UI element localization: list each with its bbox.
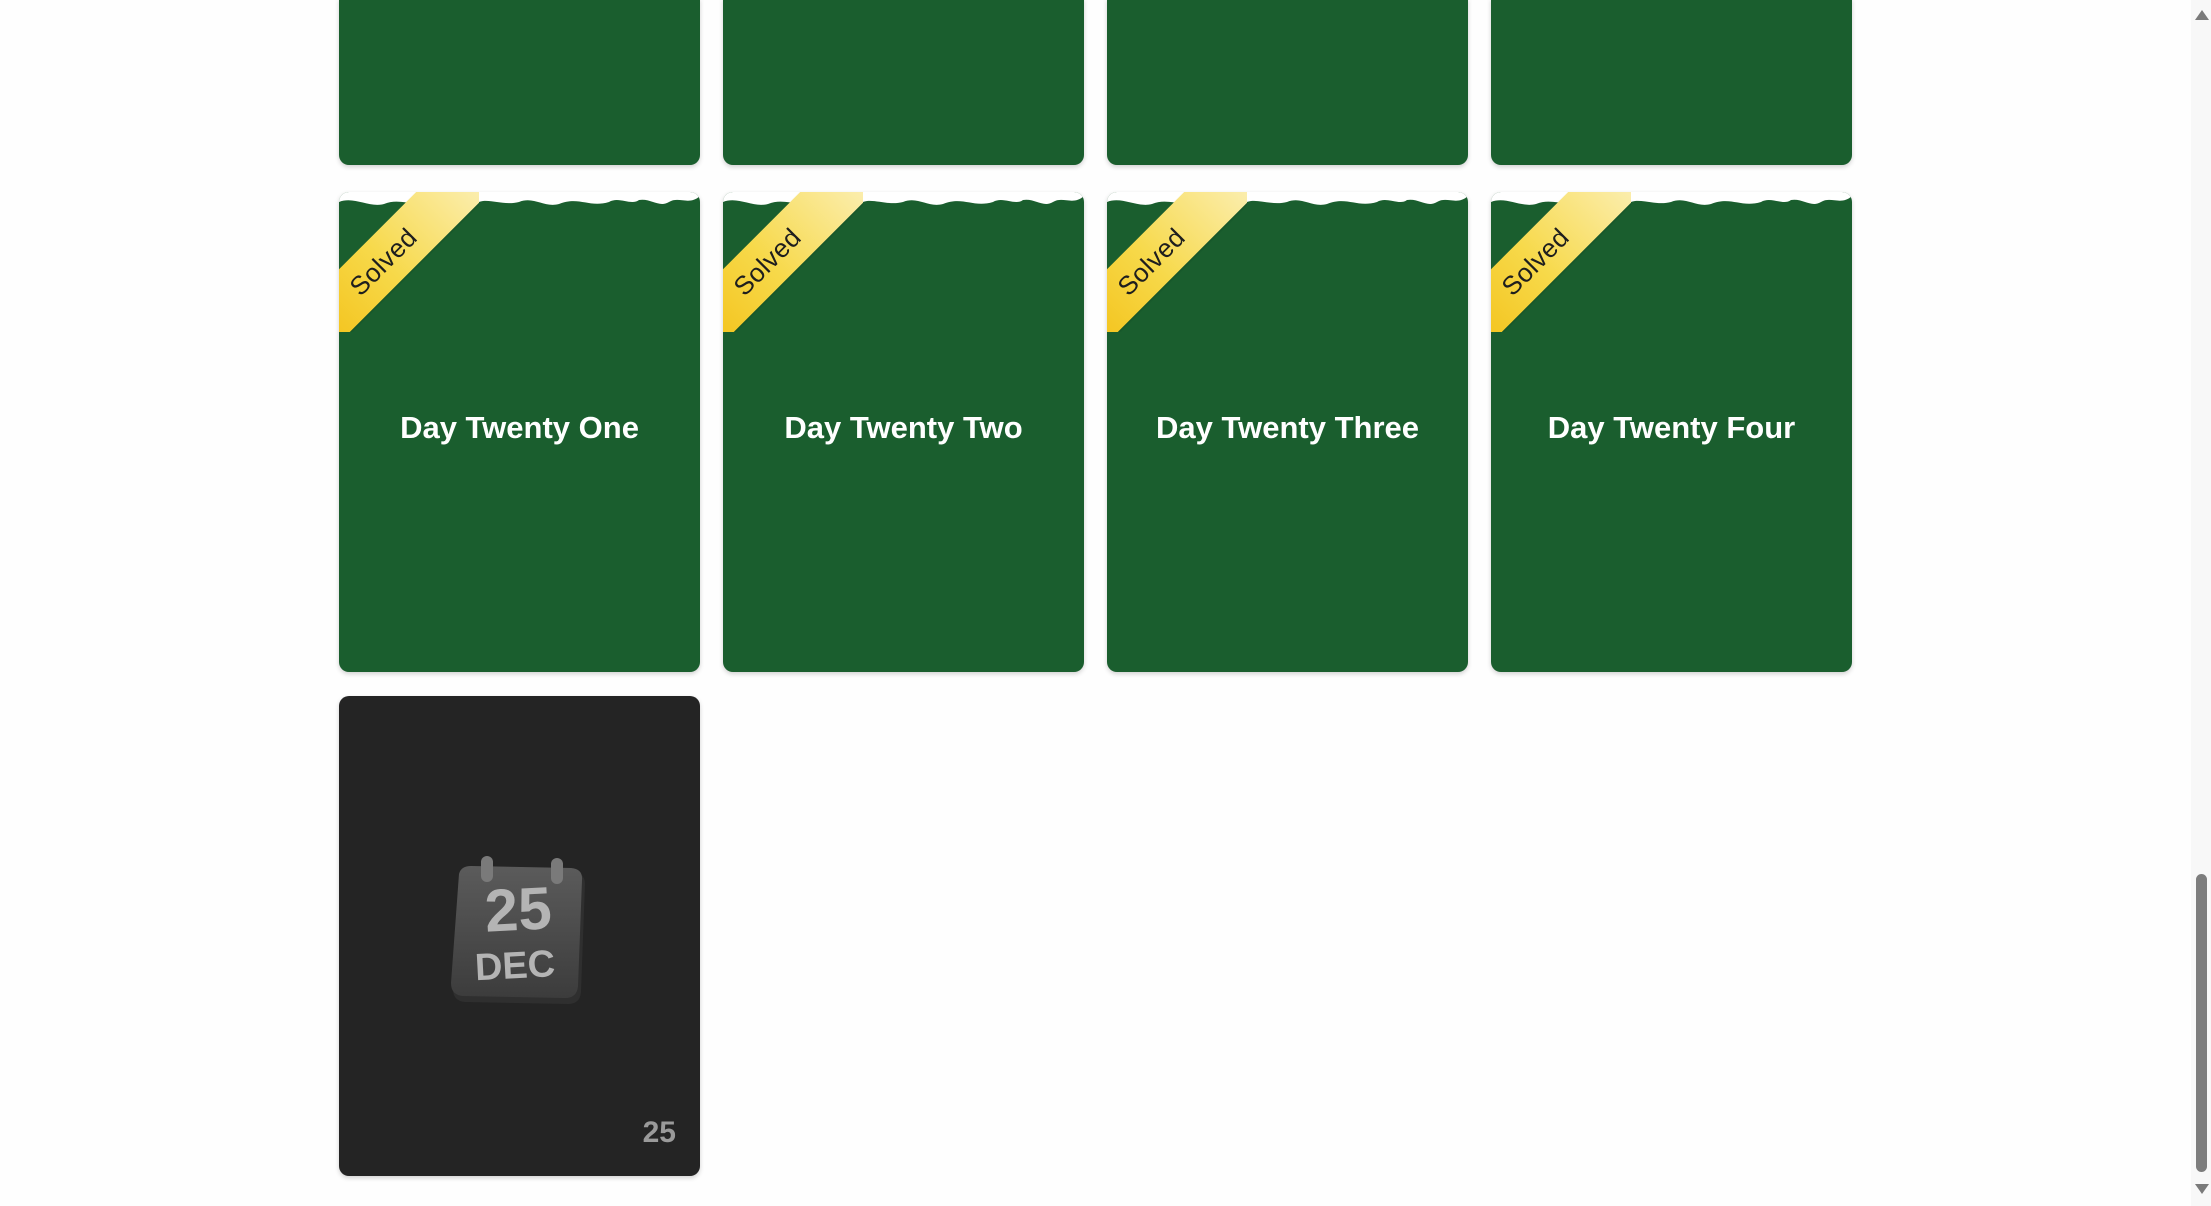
solved-badge: Solved	[727, 221, 807, 302]
solved-ribbon: Solved	[1107, 192, 1247, 332]
card-title: Day Twenty Two	[784, 410, 1023, 445]
scroll-up-arrow-icon[interactable]	[2195, 10, 2209, 20]
day-number: 25	[642, 1116, 676, 1149]
card-title: Day Twenty Four	[1547, 410, 1796, 445]
card-title: Day Twenty Three	[1155, 410, 1419, 445]
scroll-down-arrow-icon[interactable]	[2195, 1184, 2209, 1194]
day-card-20[interactable]	[1491, 0, 1852, 165]
calendar-icon-day: 25	[483, 874, 553, 944]
vertical-scrollbar[interactable]	[2191, 0, 2211, 1206]
card-title: Day Twenty One	[400, 410, 639, 445]
calendar-icon: 25 DEC	[451, 856, 585, 1004]
day-card-21[interactable]: Solved Day Twenty One	[339, 192, 700, 672]
solved-badge: Solved	[1495, 221, 1575, 302]
calendar-icon-month: DEC	[474, 943, 556, 989]
scrollbar-thumb[interactable]	[2196, 874, 2207, 1172]
day-card-22[interactable]: Solved Day Twenty Two	[723, 192, 1084, 672]
solved-ribbon: Solved	[723, 192, 863, 332]
solved-ribbon: Solved	[1491, 192, 1631, 332]
day-card-25[interactable]: 25 DEC 25	[339, 696, 700, 1176]
solved-badge: Solved	[343, 221, 423, 302]
solved-ribbon: Solved	[339, 192, 479, 332]
solved-badge: Solved	[1111, 221, 1191, 302]
day-card-24[interactable]: Solved Day Twenty Four	[1491, 192, 1852, 672]
day-card-18[interactable]	[723, 0, 1084, 165]
day-card-19[interactable]	[1107, 0, 1468, 165]
advent-page: Solved Day Twenty One Solved Day Twenty …	[0, 0, 2211, 1206]
day-card-23[interactable]: Solved Day Twenty Three	[1107, 192, 1468, 672]
day-card-17[interactable]	[339, 0, 700, 165]
